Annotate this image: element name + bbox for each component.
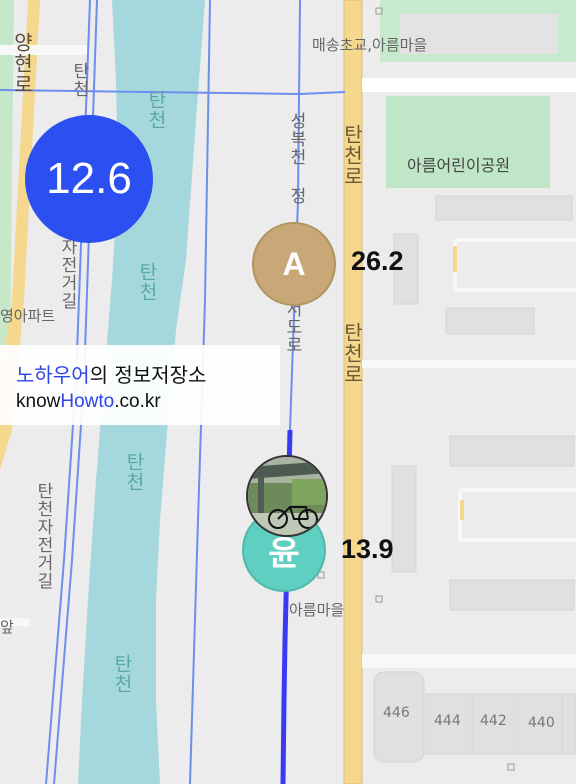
label-house-440: 440: [528, 715, 555, 731]
marker-user-value: 13.9: [341, 534, 394, 564]
label-left-edge-fragment: 앞: [0, 618, 14, 636]
url-highlight: Howto: [60, 391, 115, 412]
label-main-road-2: 탄천로: [340, 322, 364, 385]
info-box: 노하우어의 정보저장소 knowHowto.co.kr: [0, 345, 280, 425]
marker-a[interactable]: A: [252, 222, 336, 306]
label-bike-path-top: 탄천: [69, 62, 89, 98]
speed-circle: 12.6: [25, 115, 153, 243]
label-house-444: 444: [434, 713, 461, 729]
label-bike-path-mid: 자전거길: [57, 238, 77, 310]
label-bike-path-bottom: 탄천자전거길: [33, 482, 53, 590]
user-photo-avatar[interactable]: [246, 455, 328, 537]
label-place-bottom: 아름마을: [289, 601, 345, 619]
speed-circle-value: 12.6: [46, 154, 132, 203]
label-river-4: 탄천: [111, 654, 133, 694]
main-road: [343, 0, 363, 784]
label-river-1: 탄천: [145, 90, 167, 130]
brand-rest: 의 정보저장소: [89, 363, 207, 387]
label-park: 아름어린이공원: [407, 156, 511, 175]
label-house-442: 442: [480, 713, 507, 729]
marker-a-letter: A: [282, 245, 306, 282]
label-river-2: 탄천: [136, 262, 158, 302]
label-house-446: 446: [383, 705, 410, 721]
url-line: knowHowto.co.kr: [16, 391, 161, 413]
brand-line: 노하우어의 정보저장소: [16, 359, 206, 388]
url-prefix: know: [16, 391, 61, 412]
label-stream-path-top: 성복천 정: [286, 112, 306, 205]
url-suffix: .co.kr: [114, 391, 161, 412]
label-school-area: 매송초교,아름마을: [312, 36, 428, 54]
label-apartment-fragment: 영아파트: [0, 307, 56, 325]
brand-highlight: 노하우어: [16, 363, 90, 387]
marker-a-value: 26.2: [351, 246, 404, 276]
label-river-3: 탄천: [123, 452, 145, 492]
label-main-road-1: 탄천로: [340, 124, 364, 187]
label-left-road: 양현로: [10, 32, 34, 95]
label-stream-path-bottom: 서도로: [282, 300, 302, 354]
